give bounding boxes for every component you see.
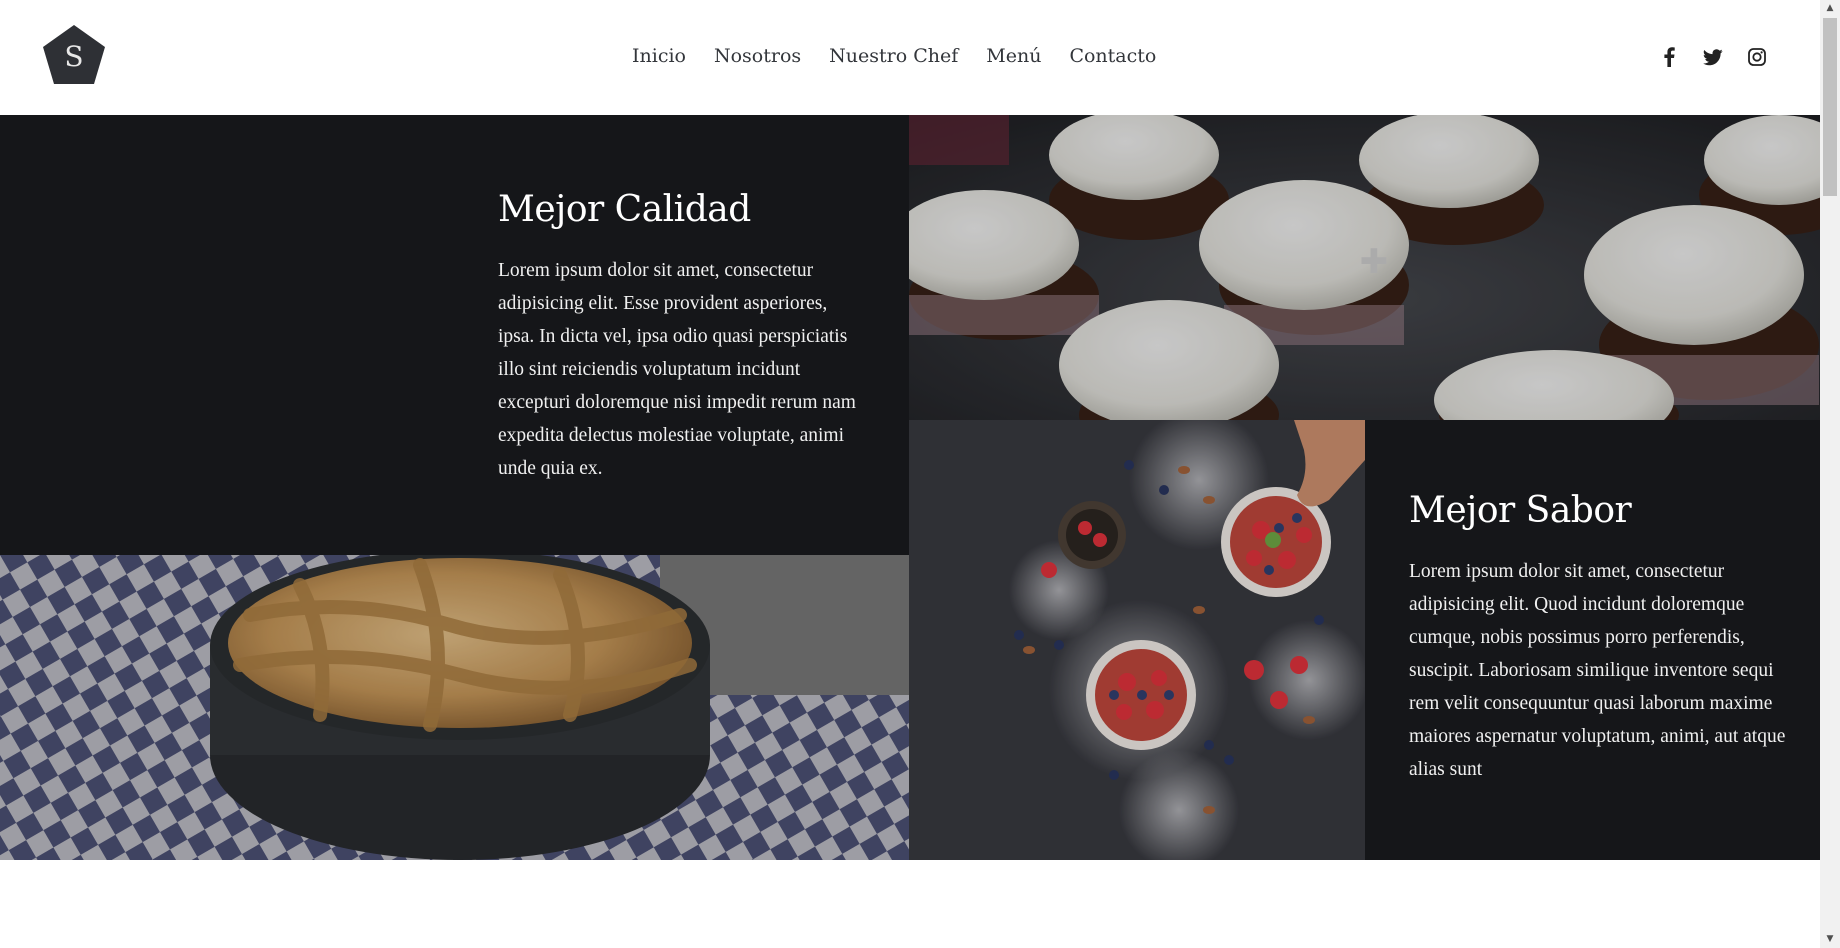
- cupcakes-image: ✚: [909, 115, 1820, 420]
- main-nav: Inicio Nosotros Nuestro Chef Menú Contac…: [632, 45, 1156, 67]
- flavor-title: Mejor Sabor: [1409, 490, 1632, 531]
- quality-section: Mejor Calidad Lorem ipsum dolor sit amet…: [0, 115, 909, 555]
- facebook-icon[interactable]: [1658, 46, 1680, 68]
- pie-image: [0, 555, 909, 860]
- flavor-text-block: Mejor Sabor Lorem ipsum dolor sit amet, …: [1409, 490, 1789, 786]
- scroll-down-arrow-icon[interactable]: ▼: [1820, 931, 1840, 948]
- nav-link-contacto[interactable]: Contacto: [1069, 45, 1156, 67]
- social-links: [1658, 46, 1768, 68]
- logo-letter: S: [64, 40, 83, 73]
- twitter-icon[interactable]: [1702, 46, 1724, 68]
- flavor-section: Mejor Sabor Lorem ipsum dolor sit amet, …: [1365, 420, 1820, 860]
- pentagon-logo-icon: S: [43, 25, 105, 84]
- scroll-up-arrow-icon[interactable]: ▲: [1820, 0, 1840, 17]
- berries-bowls-image: [909, 420, 1365, 860]
- nav-link-nosotros[interactable]: Nosotros: [714, 45, 801, 67]
- nav-link-nuestro-chef[interactable]: Nuestro Chef: [829, 45, 958, 67]
- site-logo[interactable]: S: [42, 24, 106, 86]
- scroll-thumb[interactable]: [1823, 18, 1837, 196]
- site-header: S Inicio Nosotros Nuestro Chef Menú Cont…: [0, 0, 1820, 115]
- nav-link-menu[interactable]: Menú: [986, 45, 1041, 67]
- nav-link-inicio[interactable]: Inicio: [632, 45, 686, 67]
- flavor-description: Lorem ipsum dolor sit amet, consectetur …: [1409, 561, 1786, 780]
- instagram-icon[interactable]: [1746, 46, 1768, 68]
- page-scrollbar[interactable]: ▲ ▼: [1820, 0, 1840, 948]
- quality-description: Lorem ipsum dolor sit amet, consectetur …: [498, 260, 856, 479]
- quality-title: Mejor Calidad: [498, 189, 751, 230]
- quality-text-block: Mejor Calidad Lorem ipsum dolor sit amet…: [498, 189, 868, 485]
